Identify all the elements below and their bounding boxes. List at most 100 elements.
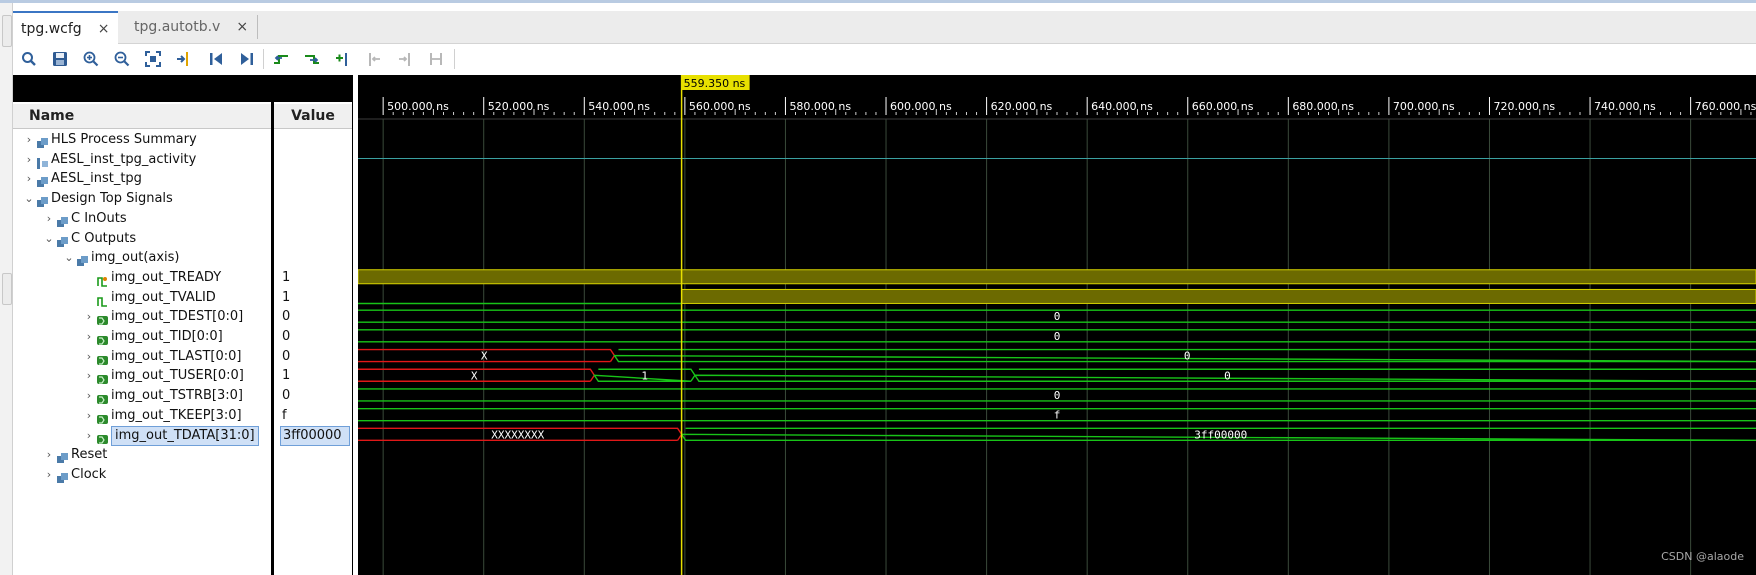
signal-row[interactable]: ⌄ C Outputs	[13, 228, 271, 250]
signal-name: img_out(axis)	[91, 250, 180, 266]
signal-value-row[interactable]	[274, 228, 352, 250]
signal-row[interactable]: › Reset	[13, 444, 271, 466]
signal-row[interactable]: › AESL_inst_tpg	[13, 168, 271, 190]
signal-value-row[interactable]: 0	[274, 346, 352, 368]
chevron-down-icon[interactable]: ⌄	[23, 188, 35, 210]
signal-name: img_out_TKEEP[3:0]	[111, 407, 242, 423]
signal-value-row[interactable]	[274, 208, 352, 230]
signal-name: img_out_TDEST[0:0]	[111, 309, 244, 325]
chevron-right-icon[interactable]: ›	[23, 149, 35, 171]
signal-value-row[interactable]: 0	[274, 306, 352, 328]
signal-row[interactable]: › AESL_inst_tpg_activity	[13, 149, 271, 171]
next-marker-icon	[393, 47, 417, 71]
signal-value-row[interactable]: 0	[274, 326, 352, 348]
previous-marker-icon	[362, 47, 386, 71]
dock-handle[interactable]	[2, 15, 12, 47]
chevron-right-icon[interactable]: ›	[83, 365, 95, 387]
ruler-tick-label: 580.000 ns	[789, 100, 851, 113]
signal-row[interactable]: › img_out_TLAST[0:0]	[13, 346, 271, 368]
go-to-time-zero-icon[interactable]	[204, 47, 228, 71]
dock-handle[interactable]	[2, 273, 12, 305]
signal-value-row[interactable]: 1	[274, 287, 352, 309]
name-panel-time-strip	[13, 75, 271, 102]
ruler-tick-label: 760.000 ns	[1695, 100, 1756, 113]
signal-value-panel: Value 1 1 0 0 0 1 0 f 3ff00000	[274, 75, 352, 575]
signal-row[interactable]: › HLS Process Summary	[13, 129, 271, 151]
signal-value-row[interactable]	[274, 444, 352, 466]
chevron-right-icon[interactable]: ›	[83, 346, 95, 368]
go-to-cursor-icon[interactable]	[172, 47, 196, 71]
bus-value-label: 0	[1184, 350, 1191, 363]
signal-row[interactable]: › img_out_TUSER[0:0]	[13, 365, 271, 387]
signal-value-row[interactable]	[274, 247, 352, 269]
signal-value: 0	[282, 388, 291, 404]
search-icon[interactable]	[17, 47, 41, 71]
close-icon[interactable]: ×	[98, 21, 110, 37]
chevron-right-icon[interactable]: ›	[43, 208, 55, 230]
signal-value	[274, 191, 282, 206]
previous-transition-icon[interactable]	[269, 47, 293, 71]
group-icon	[57, 234, 68, 247]
signal-row[interactable]: › img_out_TDATA[31:0]	[13, 425, 271, 447]
signal-row[interactable]: img_out_TREADY	[13, 267, 271, 289]
add-marker-icon[interactable]	[331, 47, 355, 71]
signal-row[interactable]: › C InOuts	[13, 208, 271, 230]
watermark: CSDN @alaode	[1661, 550, 1744, 563]
value-column-header[interactable]: Value	[274, 104, 352, 129]
signal-row[interactable]: ⌄ img_out(axis)	[13, 247, 271, 269]
bus-icon	[97, 371, 108, 385]
go-to-last-time-icon[interactable]	[235, 47, 259, 71]
signal-value-row[interactable]: f	[274, 405, 352, 427]
zoom-in-icon[interactable]	[79, 47, 103, 71]
tab-tpg-wcfg[interactable]: tpg.wcfg ×	[13, 11, 118, 44]
signal-value-row[interactable]: 3ff00000	[274, 425, 352, 447]
chevron-right-icon[interactable]: ›	[83, 385, 95, 407]
signal-value-row[interactable]	[274, 464, 352, 486]
signal-name: HLS Process Summary	[51, 132, 197, 147]
zoom-fit-icon[interactable]	[141, 47, 165, 71]
signal-name: img_out_TVALID	[111, 289, 216, 305]
tab-tpg-autotb-v[interactable]: tpg.autotb.v ×	[126, 11, 258, 43]
bus-icon	[97, 352, 108, 365]
chevron-right-icon[interactable]: ›	[43, 444, 55, 466]
chevron-right-icon[interactable]: ›	[23, 129, 35, 151]
signal-row[interactable]: › Clock	[13, 464, 271, 486]
signal-value-row[interactable]: 0	[274, 385, 352, 407]
signal-row[interactable]: ⌄ Design Top Signals	[13, 188, 271, 210]
signal-value: 0	[282, 309, 291, 325]
chevron-right-icon[interactable]: ›	[83, 306, 95, 328]
close-icon[interactable]: ×	[236, 19, 248, 35]
save-icon[interactable]	[48, 47, 72, 71]
signal-value-row[interactable]: 1	[274, 267, 352, 289]
waveform-plot[interactable]: 500.000 ns 520.000 ns 540.000 ns 560.000 ns…	[358, 75, 1756, 575]
signal-value-row[interactable]	[274, 129, 352, 151]
signal-row[interactable]: › img_out_TDEST[0:0]	[13, 306, 271, 328]
value-panel-time-strip	[274, 75, 352, 102]
signal-value-row[interactable]: 1	[274, 365, 352, 387]
next-transition-icon[interactable]	[300, 47, 324, 71]
zoom-out-icon[interactable]	[110, 47, 134, 71]
chevron-right-icon[interactable]: ›	[23, 168, 35, 190]
signal-row[interactable]: › img_out_TKEEP[3:0]	[13, 405, 271, 427]
signal-row[interactable]: › img_out_TID[0:0]	[13, 326, 271, 348]
chevron-right-icon[interactable]: ›	[83, 425, 95, 447]
bus-value-label: 0	[1054, 310, 1061, 323]
signal-value: 1	[282, 269, 291, 285]
signal-value: 1	[282, 368, 291, 384]
chevron-right-icon[interactable]: ›	[83, 405, 95, 427]
signal-value-row[interactable]	[274, 188, 352, 210]
signal-name-panel: Name › HLS Process Summary › AESL_inst_tpg_…	[13, 75, 271, 575]
waveform-canvas[interactable]: 500.000 ns 520.000 ns 540.000 ns 560.000 ns…	[358, 75, 1756, 575]
output-bit-icon	[97, 293, 107, 307]
name-column-header[interactable]: Name	[13, 104, 271, 129]
chevron-down-icon[interactable]: ⌄	[43, 228, 55, 250]
chevron-down-icon[interactable]: ⌄	[63, 247, 75, 269]
chevron-right-icon[interactable]: ›	[83, 326, 95, 348]
signal-value: 0	[282, 329, 291, 344]
chevron-right-icon[interactable]: ›	[43, 464, 55, 486]
signal-row[interactable]: img_out_TVALID	[13, 287, 271, 309]
signal-row[interactable]: › img_out_TSTRB[3:0]	[13, 385, 271, 407]
signal-value-row[interactable]	[274, 149, 352, 171]
ruler-tick-label: 740.000 ns	[1594, 100, 1656, 113]
signal-value-row[interactable]	[274, 168, 352, 190]
